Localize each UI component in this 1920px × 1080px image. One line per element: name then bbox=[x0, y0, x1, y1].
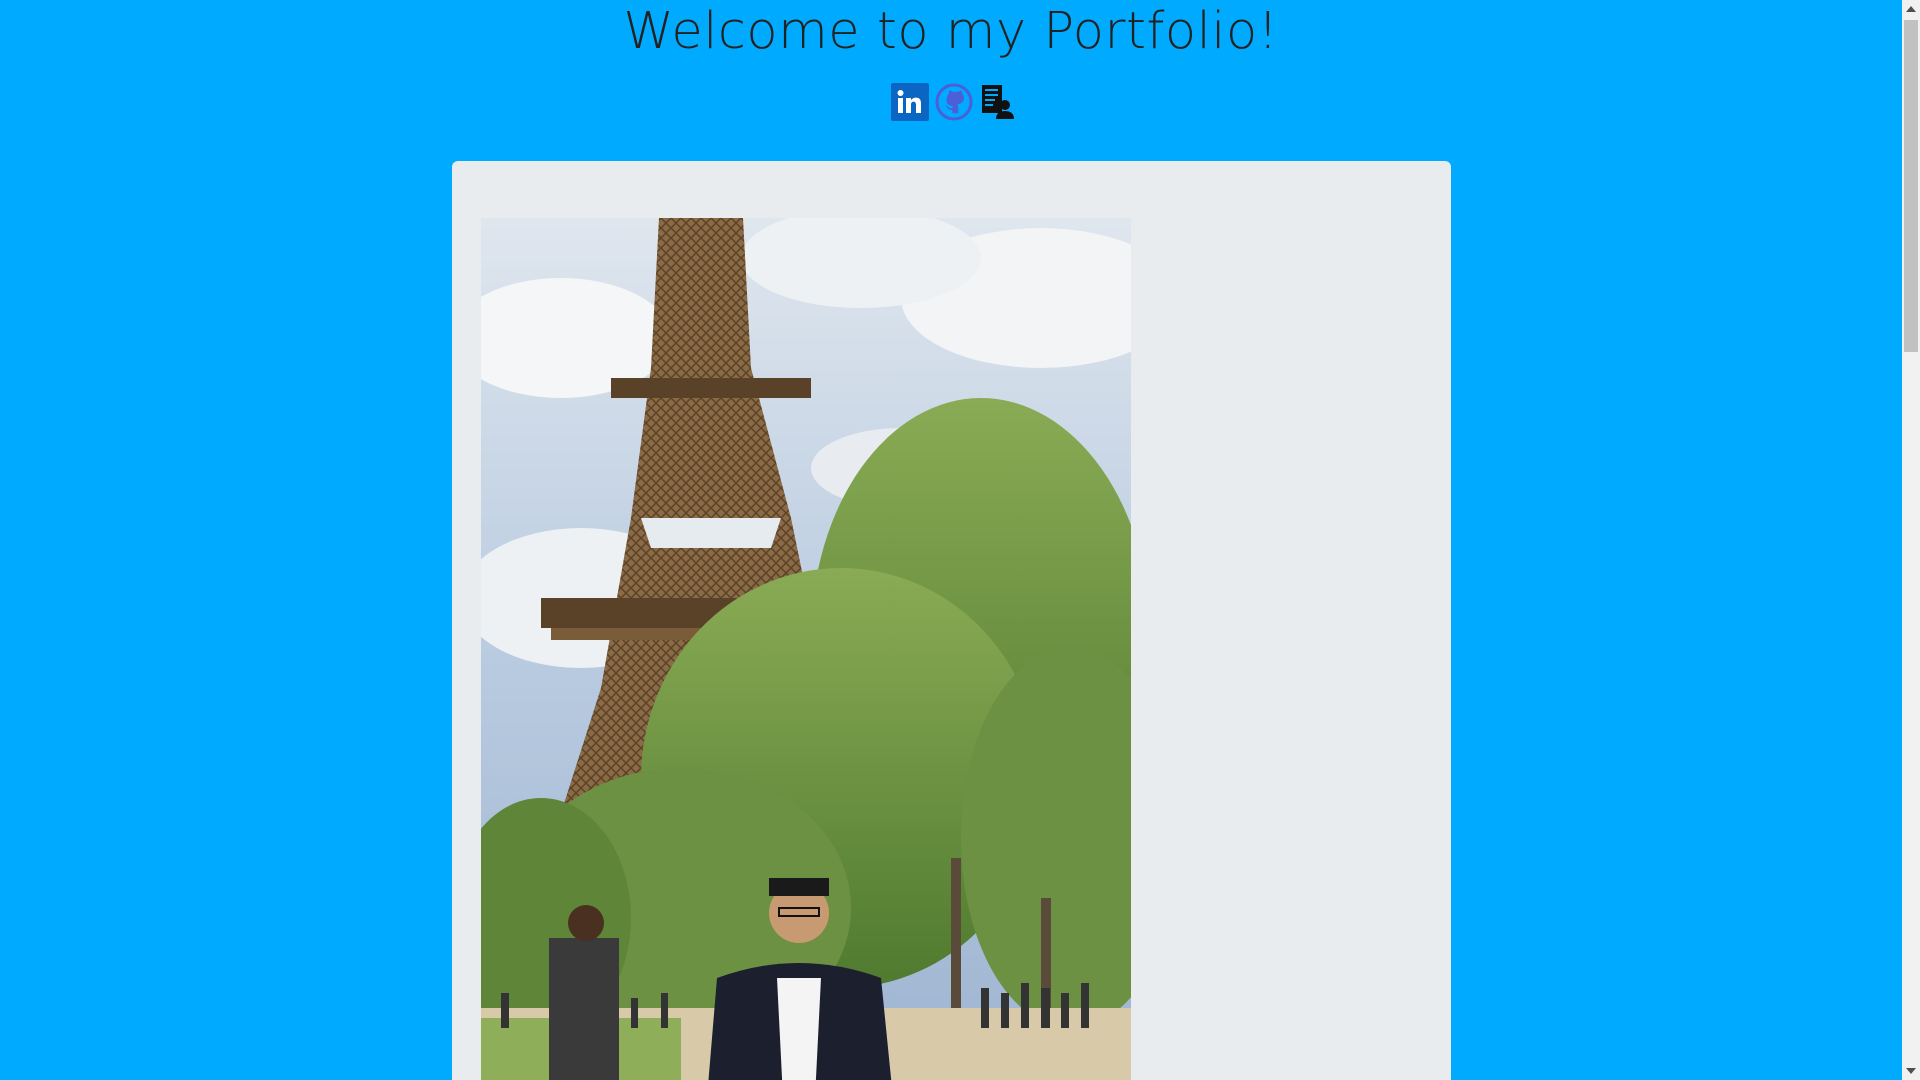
page-scrollbar[interactable] bbox=[1902, 0, 1920, 1080]
social-links bbox=[891, 83, 1017, 121]
scrollbar-thumb[interactable] bbox=[1904, 20, 1918, 352]
page-title: Welcome to my Portfolio! bbox=[623, 2, 1279, 61]
linkedin-icon bbox=[891, 83, 929, 121]
github-icon bbox=[935, 83, 973, 121]
profile-photo bbox=[481, 218, 1131, 1080]
page: Welcome to my Portfolio! bbox=[0, 0, 1902, 1080]
resume-link[interactable] bbox=[979, 83, 1017, 121]
profile-card bbox=[452, 161, 1451, 1080]
scroll-up-icon[interactable] bbox=[1906, 6, 1916, 12]
eiffel-tower-photo bbox=[481, 218, 1131, 1080]
github-link[interactable] bbox=[935, 83, 973, 121]
linkedin-link[interactable] bbox=[891, 83, 929, 121]
resume-icon bbox=[982, 85, 1014, 119]
scroll-down-icon[interactable] bbox=[1906, 1068, 1916, 1074]
